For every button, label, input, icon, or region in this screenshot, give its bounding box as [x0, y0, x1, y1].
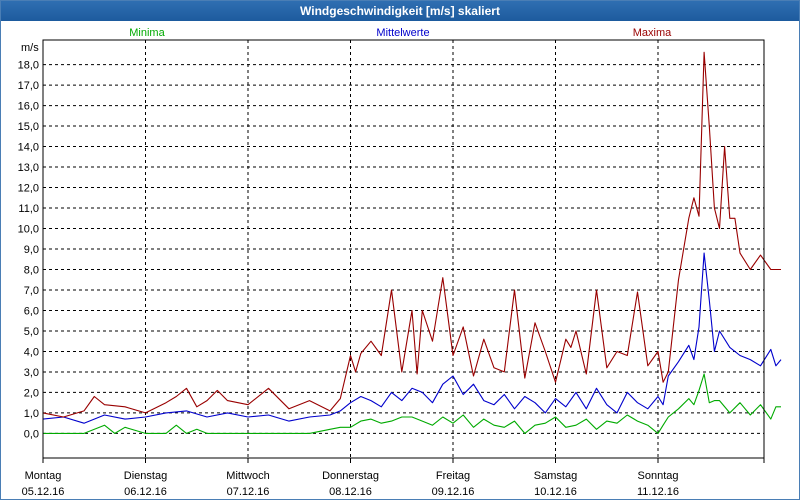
y-tick-label: 16,0 [18, 101, 39, 113]
series-lines [42, 51, 782, 434]
y-tick-label: 3,0 [24, 367, 39, 379]
y-tick-label: 7,0 [24, 285, 39, 297]
x-tick-day-label: Freitag [436, 470, 470, 482]
chart-window: Windgeschwindigkeit [m/s] skaliert m/s M… [0, 0, 800, 500]
y-tick-label: 5,0 [24, 326, 39, 338]
x-tick-labels: Montag 05.12.16 Dienstag 06.12.16 Mittwoch 07… [22, 470, 679, 498]
x-tick-date-label: 06.12.16 [124, 486, 167, 498]
y-axis-unit-label: m/s [21, 42, 39, 54]
x-tick-date-label: 10.12.16 [534, 486, 577, 498]
y-tick-label: 14,0 [18, 142, 39, 154]
y-tick-label: 10,0 [18, 224, 39, 236]
y-tick-label: 17,0 [18, 80, 39, 92]
x-tick-date-label: 11.12.16 [637, 486, 679, 498]
x-tick-day-label: Mittwoch [226, 470, 269, 482]
legend-mittelwerte: Mittelwerte [376, 27, 429, 39]
series-line-maxima [42, 51, 781, 418]
y-tick-label: 6,0 [24, 305, 39, 317]
y-tick-label: 11,0 [18, 203, 39, 215]
x-tick-date-label: 09.12.16 [432, 486, 475, 498]
x-tick-day-label: Dienstag [124, 470, 167, 482]
wind-speed-chart: m/s Minima Mittelwerte Maxima 0,0 1,0 2,0 3… [18, 27, 782, 498]
legend-minima: Minima [129, 27, 165, 39]
y-tick-label: 8,0 [24, 264, 39, 276]
x-tick-day-label: Montag [25, 470, 62, 482]
y-tick-label: 1,0 [24, 408, 39, 420]
series-line-minima [43, 373, 781, 434]
y-tick-label: 4,0 [24, 346, 39, 358]
y-tick-label: 0,0 [24, 428, 39, 440]
y-tick-label: 15,0 [18, 121, 39, 133]
y-tick-label: 13,0 [18, 162, 39, 174]
y-tick-label: 2,0 [24, 387, 39, 399]
y-tick-label: 12,0 [18, 183, 39, 195]
x-tick-day-label: Samstag [534, 470, 577, 482]
series-line-mittelwerte [42, 252, 782, 424]
y-tick-label: 18,0 [18, 60, 39, 72]
x-tick-date-label: 07.12.16 [227, 486, 270, 498]
x-tick-date-label: 05.12.16 [22, 486, 65, 498]
x-tick-date-label: 08.12.16 [329, 486, 372, 498]
legend-maxima: Maxima [633, 27, 672, 39]
y-tick-label: 9,0 [24, 244, 39, 256]
x-tick-day-label: Sonntag [638, 470, 679, 482]
x-tick-day-label: Donnerstag [322, 470, 379, 482]
y-tick-labels: 0,0 1,0 2,0 3,0 4,0 5,0 6,0 7,0 8,0 9,0 10,0 11,0 12… [18, 60, 39, 441]
